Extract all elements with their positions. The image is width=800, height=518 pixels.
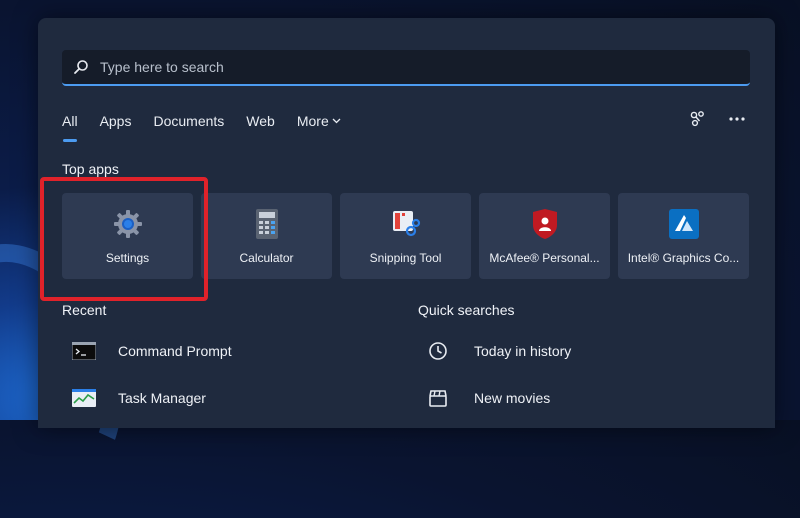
tab-apps[interactable]: Apps (100, 108, 132, 138)
app-tile-label: McAfee® Personal... (489, 251, 600, 265)
tab-all[interactable]: All (62, 108, 78, 142)
search-icon (62, 59, 100, 75)
search-box[interactable] (62, 50, 750, 86)
task-manager-icon (72, 388, 108, 407)
app-tile-intel-graphics[interactable]: Intel® Graphics Co... (618, 193, 749, 279)
quick-searches-list: Today in history New movies (428, 327, 571, 421)
clapperboard-icon (428, 388, 464, 408)
top-apps-heading: Top apps (62, 161, 119, 177)
gear-icon (112, 209, 144, 239)
app-tile-calculator[interactable]: Calculator (201, 193, 332, 279)
top-apps-grid: Settings Calculator Snipping Tool McAfee… (62, 193, 749, 279)
intel-graphics-icon (668, 209, 699, 239)
app-tile-label: Snipping Tool (369, 251, 442, 265)
quick-search-new-movies[interactable]: New movies (428, 374, 571, 421)
tab-actions (689, 110, 745, 128)
app-tile-settings[interactable]: Settings (62, 193, 193, 279)
calculator-icon (255, 209, 278, 239)
command-prompt-icon (72, 341, 108, 360)
recent-list: Command Prompt Task Manager (72, 327, 232, 421)
mcafee-icon (531, 209, 559, 239)
filter-tabs: All Apps Documents Web More (62, 108, 363, 142)
app-tile-label: Calculator (239, 251, 294, 265)
tab-web[interactable]: Web (246, 108, 275, 138)
recent-item-task-manager[interactable]: Task Manager (72, 374, 232, 421)
quick-search-today-in-history[interactable]: Today in history (428, 327, 571, 374)
start-search-panel: All Apps Documents Web More Top apps (38, 18, 775, 428)
app-tile-mcafee[interactable]: McAfee® Personal... (479, 193, 610, 279)
search-input[interactable] (100, 59, 750, 75)
app-tile-snipping-tool[interactable]: Snipping Tool (340, 193, 471, 279)
chevron-down-icon (332, 109, 341, 135)
tab-more[interactable]: More (297, 108, 341, 138)
app-tile-label: Settings (105, 251, 150, 265)
tab-documents[interactable]: Documents (153, 108, 224, 138)
recent-item-label: Task Manager (118, 389, 206, 406)
app-tile-label: Intel® Graphics Co... (627, 251, 740, 265)
recent-item-command-prompt[interactable]: Command Prompt (72, 327, 232, 374)
quick-searches-heading: Quick searches (418, 302, 515, 318)
recent-heading: Recent (62, 302, 107, 318)
recent-item-label: Command Prompt (118, 342, 232, 359)
clock-icon (428, 341, 464, 361)
tab-more-label: More (296, 113, 329, 129)
snipping-tool-icon (391, 209, 421, 239)
quick-search-label: Today in history (474, 342, 572, 359)
more-options-icon[interactable] (729, 116, 745, 122)
share-icon[interactable] (689, 110, 707, 128)
quick-search-label: New movies (474, 389, 551, 406)
